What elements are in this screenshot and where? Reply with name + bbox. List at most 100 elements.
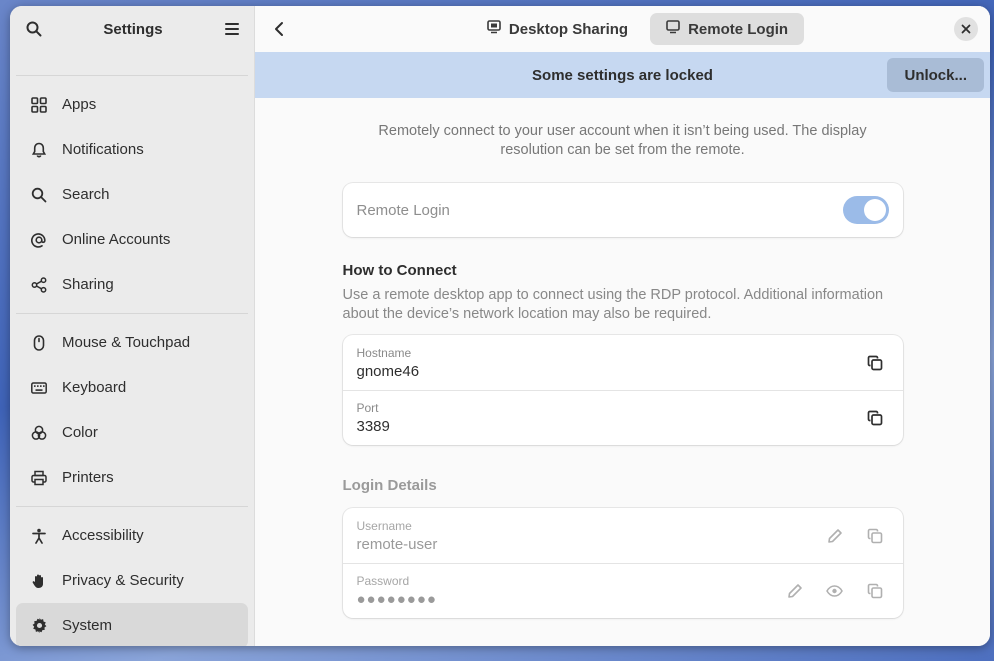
bell-icon — [30, 141, 48, 159]
color-icon — [30, 424, 48, 442]
tab-label: Remote Login — [688, 20, 789, 38]
search-icon[interactable] — [22, 17, 46, 41]
sidebar-item-color[interactable]: Color — [16, 410, 248, 455]
username-label: Username — [356, 518, 412, 533]
close-button[interactable] — [954, 17, 978, 41]
username-value: remote-user — [356, 535, 438, 553]
copy-port-button[interactable] — [861, 404, 889, 432]
sidebar-item-accessibility[interactable]: Accessibility — [16, 513, 248, 558]
port-row: Port 3389 — [342, 390, 903, 445]
header-bar: Desktop Sharing Remote Login — [255, 6, 990, 52]
hand-icon — [30, 572, 48, 590]
sidebar-item-printers[interactable]: Printers — [16, 455, 248, 500]
sidebar-item-notifications[interactable]: Notifications — [16, 127, 248, 172]
sidebar-item-label: Search — [62, 186, 110, 203]
view-switcher: Desktop Sharing Remote Login — [471, 13, 805, 45]
eye-icon — [826, 585, 843, 597]
printer-icon — [30, 469, 48, 487]
banner-text: Some settings are locked — [532, 66, 713, 84]
hostname-field: Hostname gnome46 — [357, 346, 849, 380]
page-description: Remotely connect to your user account wh… — [378, 123, 867, 158]
hostname-value[interactable]: gnome46 — [357, 363, 849, 380]
how-to-connect-title: How to Connect — [342, 262, 457, 279]
username-field: Username remote-user — [357, 519, 809, 553]
keyboard-icon — [30, 379, 48, 397]
apps-icon — [30, 96, 48, 114]
copy-hostname-button[interactable] — [861, 349, 889, 377]
pencil-icon — [827, 528, 842, 543]
tab-label: Desktop Sharing — [508, 20, 629, 38]
accessibility-icon — [30, 527, 48, 545]
chevron-left-icon — [275, 22, 283, 36]
sidebar-item-label: Sharing — [62, 276, 114, 293]
gear-icon — [30, 617, 48, 635]
show-password-button[interactable] — [821, 577, 849, 605]
connection-card: Hostname gnome46 Port 3389 — [342, 335, 903, 445]
remote-login-label: Remote Login — [356, 201, 450, 219]
sidebar-item-online-accounts[interactable]: Online Accounts — [16, 217, 248, 262]
sidebar-item-mouse-touchpad[interactable]: Mouse & Touchpad — [16, 320, 248, 365]
login-details-title: Login Details — [342, 477, 437, 494]
copy-password-button[interactable] — [861, 577, 889, 605]
sidebar: Settings Apps Notifications Search Onlin… — [10, 6, 255, 646]
content-column: Remotely connect to your user account wh… — [342, 122, 903, 618]
sidebar-item-privacy-security[interactable]: Privacy & Security — [16, 558, 248, 603]
edit-password-button[interactable] — [781, 577, 809, 605]
copy-icon — [867, 410, 882, 426]
tab-desktop-sharing[interactable]: Desktop Sharing — [471, 13, 644, 45]
hostname-row: Hostname gnome46 — [343, 335, 903, 390]
password-value: ●●●●●●●● — [356, 591, 437, 608]
remote-login-row: Remote Login — [343, 183, 903, 237]
share-icon — [30, 276, 48, 294]
sidebar-item-label: Notifications — [62, 141, 144, 158]
sidebar-separator — [16, 313, 248, 314]
main-panel: Desktop Sharing Remote Login Some settin… — [255, 6, 990, 646]
sidebar-title: Settings — [103, 20, 163, 38]
sidebar-item-apps[interactable]: Apps — [16, 82, 248, 127]
settings-window: Settings Apps Notifications Search Onlin… — [10, 6, 990, 646]
port-value[interactable]: 3389 — [357, 418, 849, 435]
copy-username-button[interactable] — [861, 522, 889, 550]
copy-icon — [867, 528, 882, 543]
remote-login-card: Remote Login — [342, 183, 903, 237]
back-button[interactable] — [267, 17, 291, 41]
sidebar-separator — [16, 506, 248, 507]
username-row: Username remote-user — [343, 508, 903, 563]
password-field: Password ●●●●●●●● — [357, 574, 769, 608]
sidebar-item-label: Keyboard — [62, 379, 127, 396]
unlock-button[interactable]: Unlock... — [887, 58, 984, 92]
menu-icon[interactable] — [220, 17, 244, 41]
content-area: Remotely connect to your user account wh… — [255, 98, 990, 646]
pencil-icon — [787, 584, 802, 598]
search-icon — [30, 186, 48, 204]
port-label: Port — [356, 401, 379, 415]
port-field: Port 3389 — [357, 401, 849, 435]
sidebar-item-keyboard[interactable]: Keyboard — [16, 365, 248, 410]
sidebar-item-system[interactable]: System — [16, 603, 248, 646]
password-label: Password — [356, 574, 410, 588]
sidebar-item-label: Accessibility — [62, 527, 144, 544]
mouse-icon — [30, 334, 48, 352]
desktop-sharing-icon — [487, 20, 501, 38]
at-icon — [30, 231, 48, 249]
sidebar-header: Settings — [10, 6, 254, 52]
remote-login-switch[interactable] — [842, 196, 889, 224]
sidebar-item-search[interactable]: Search — [16, 172, 248, 217]
monitor-icon — [666, 20, 680, 38]
hostname-label: Hostname — [356, 345, 412, 360]
switch-knob — [863, 199, 886, 221]
copy-icon — [867, 583, 882, 599]
sidebar-item-label: Apps — [62, 96, 97, 113]
locked-banner: Some settings are locked Unlock... — [255, 52, 990, 98]
tab-remote-login[interactable]: Remote Login — [650, 13, 805, 45]
sidebar-item-label: Online Accounts — [62, 231, 171, 248]
sidebar-list: Apps Notifications Search Online Account… — [10, 52, 254, 646]
sidebar-item-label: Color — [62, 424, 98, 441]
password-row: Password ●●●●●●●● — [342, 563, 903, 618]
copy-icon — [867, 355, 882, 370]
how-to-connect-description: Use a remote desktop app to connect usin… — [342, 287, 884, 322]
sidebar-item-label: Mouse & Touchpad — [62, 334, 191, 351]
sidebar-item-sharing[interactable]: Sharing — [16, 262, 248, 307]
sidebar-item-label: System — [62, 617, 113, 634]
edit-username-button[interactable] — [821, 522, 849, 550]
